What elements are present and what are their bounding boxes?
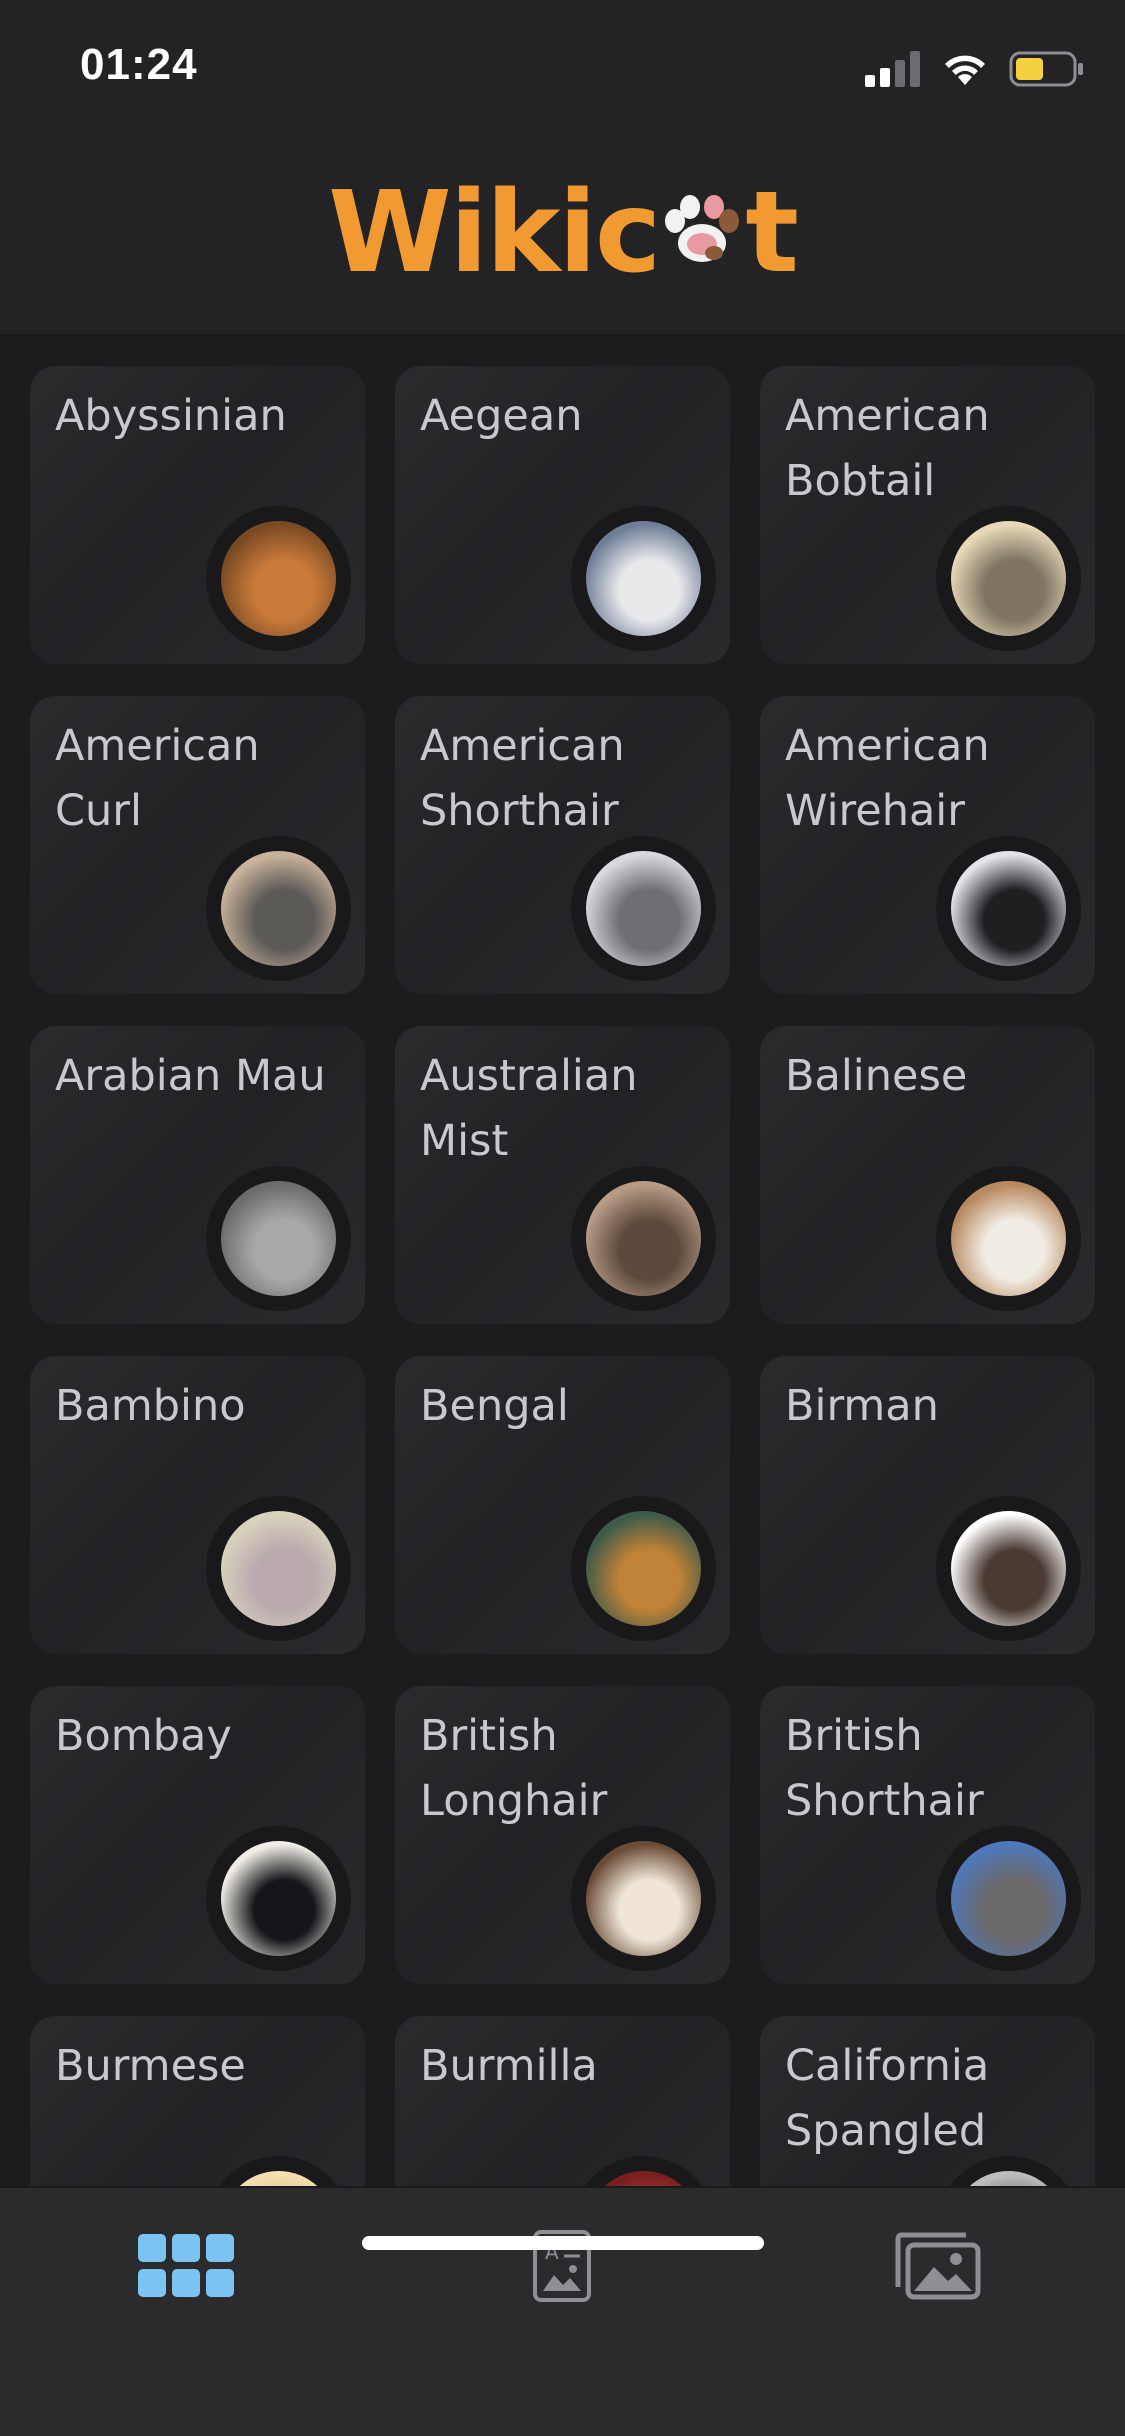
breed-avatar — [571, 1166, 716, 1311]
breed-avatar — [206, 1166, 351, 1311]
photo-gallery-icon — [895, 2232, 981, 2300]
breed-avatar — [206, 1496, 351, 1641]
status-time: 01:24 — [80, 40, 198, 89]
fluffy-cat-photo — [586, 1841, 701, 1956]
breed-name: Burmilla — [420, 2041, 598, 2091]
breed-avatar — [206, 2156, 351, 2186]
breed-name: American Shorthair — [420, 721, 625, 836]
breed-avatar — [571, 1826, 716, 1971]
status-bar: 01:24 — [0, 0, 1125, 130]
battery-icon — [1009, 51, 1083, 87]
breed-card[interactable]: Arabian Mau — [30, 1026, 365, 1324]
paw-icon — [659, 170, 745, 300]
breed-avatar — [571, 1496, 716, 1641]
cream-cat-photo — [951, 1181, 1066, 1296]
white-gray-cat-photo — [586, 521, 701, 636]
gray-tabby-cat-photo — [221, 1181, 336, 1296]
breed-name: American Bobtail — [785, 391, 990, 506]
breed-card[interactable]: Australian Mist — [395, 1026, 730, 1324]
logo-text-start: Wikic — [328, 168, 661, 298]
tab-gallery[interactable] — [877, 2216, 997, 2316]
brown-tabby-cat-photo — [586, 1181, 701, 1296]
logo-text-end: t — [745, 168, 799, 298]
breed-name: British Shorthair — [785, 1711, 984, 1826]
tab-breeds-grid[interactable] — [126, 2216, 246, 2316]
tab-breed-info[interactable]: A — [502, 2216, 622, 2316]
status-indicators — [865, 50, 1085, 88]
cat-photo — [951, 2171, 1066, 2186]
breed-card[interactable]: Bambino — [30, 1356, 365, 1654]
tab-bar: A — [0, 2186, 1125, 2436]
birman-cat-photo — [951, 1511, 1066, 1626]
breed-card[interactable]: American Bobtail — [760, 366, 1095, 664]
breed-name: Aegean — [420, 391, 583, 441]
silver-tabby-cat-photo — [221, 851, 336, 966]
breed-avatar — [206, 836, 351, 981]
gray-cat-photo — [951, 1841, 1066, 1956]
hairless-cat-photo — [221, 1511, 336, 1626]
breed-avatar — [206, 506, 351, 651]
bengal-cat-photo — [586, 1511, 701, 1626]
breed-card[interactable]: British Longhair — [395, 1686, 730, 1984]
app-header: Wikic t — [0, 130, 1125, 336]
home-indicator[interactable] — [362, 2236, 764, 2250]
breed-name: American Wirehair — [785, 721, 990, 836]
app-logo: Wikic t — [0, 168, 1125, 300]
breed-name: Balinese — [785, 1051, 968, 1101]
breed-name: Bengal — [420, 1381, 569, 1431]
breed-avatar — [936, 1166, 1081, 1311]
breed-name: Bambino — [55, 1381, 246, 1431]
breed-card[interactable]: American Curl — [30, 696, 365, 994]
breed-name: Abyssinian — [55, 391, 287, 441]
silver-tabby-cat-photo — [586, 851, 701, 966]
breed-grid: Abyssinian Aegean American Bobtail American… — [30, 366, 1095, 2186]
breed-avatar — [936, 1826, 1081, 1971]
tabby-cat-photo — [951, 521, 1066, 636]
breed-name: Birman — [785, 1381, 939, 1431]
breed-avatar — [571, 2156, 716, 2186]
orange-cat-photo — [221, 521, 336, 636]
black-cat-photo — [221, 1841, 336, 1956]
breed-card[interactable]: Balinese — [760, 1026, 1095, 1324]
breed-avatar — [936, 836, 1081, 981]
breed-avatar — [571, 506, 716, 651]
cat-photo — [586, 2171, 701, 2186]
wifi-icon — [945, 55, 985, 85]
breed-name: American Curl — [55, 721, 260, 836]
breed-avatar — [936, 506, 1081, 651]
breed-avatar — [571, 836, 716, 981]
breed-card[interactable]: California Spangled — [760, 2016, 1095, 2186]
breed-card[interactable]: Burmese — [30, 2016, 365, 2186]
breed-name: Arabian Mau — [55, 1051, 326, 1101]
breed-card[interactable]: American Wirehair — [760, 696, 1095, 994]
breed-card[interactable]: Abyssinian — [30, 366, 365, 664]
breed-card[interactable]: British Shorthair — [760, 1686, 1095, 1984]
breed-name: California Spangled — [785, 2041, 990, 2156]
grid-icon — [138, 2234, 234, 2297]
cat-photo — [221, 2171, 336, 2186]
breed-name: Burmese — [55, 2041, 246, 2091]
breed-card[interactable]: Burmilla — [395, 2016, 730, 2186]
breed-card[interactable]: Bengal — [395, 1356, 730, 1654]
breed-avatar — [936, 1496, 1081, 1641]
breed-card[interactable]: American Shorthair — [395, 696, 730, 994]
breed-card[interactable]: Bombay — [30, 1686, 365, 1984]
breed-name: Bombay — [55, 1711, 232, 1761]
cellular-signal-icon — [865, 51, 920, 87]
breed-card[interactable]: Aegean — [395, 366, 730, 664]
breed-card[interactable]: Birman — [760, 1356, 1095, 1654]
breed-avatar — [206, 1826, 351, 1971]
breed-name: British Longhair — [420, 1711, 608, 1826]
breed-name: Australian Mist — [420, 1051, 638, 1166]
black-white-cat-photo — [951, 851, 1066, 966]
